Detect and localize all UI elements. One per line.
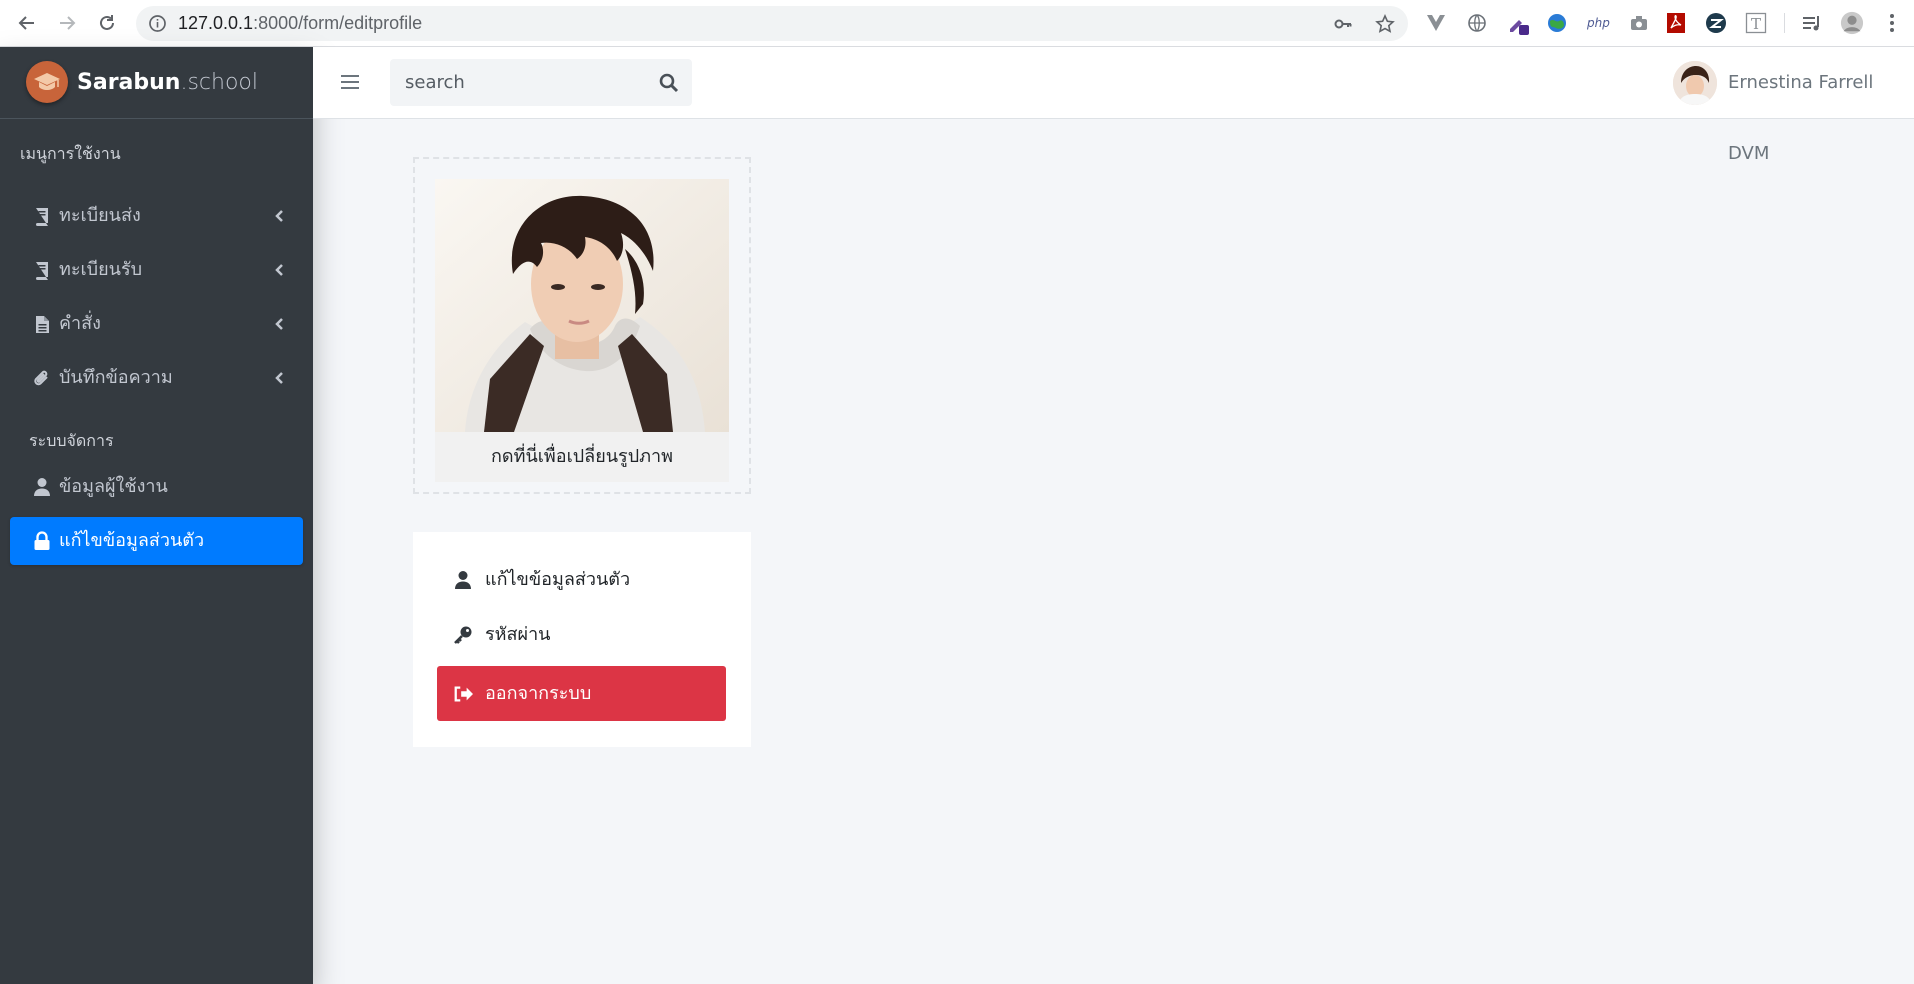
sidebar-item-orders[interactable]: คำสั่ง: [10, 300, 303, 348]
book-icon: [32, 260, 52, 280]
search-box: [390, 59, 692, 106]
media-queue-icon[interactable]: [1800, 11, 1824, 35]
back-button[interactable]: [12, 8, 42, 38]
brand-link[interactable]: Sarabun.school: [0, 47, 313, 119]
svg-text:php: php: [1586, 16, 1610, 30]
user-icon: [32, 477, 52, 497]
chevron-left-icon: [273, 316, 285, 332]
profile-menu-card: แก้ไขข้อมูลส่วนตัว รหัสผ่าน ออกจากระบบ: [413, 532, 751, 747]
toolbar-separator: [1784, 13, 1785, 33]
url-text: 127.0.0.1:8000/form/editprofile: [178, 13, 423, 33]
bookmark-star-icon[interactable]: [1374, 13, 1396, 35]
paperclip-icon: [32, 368, 52, 388]
svg-text:T: T: [1751, 15, 1761, 33]
search-icon[interactable]: [658, 72, 680, 94]
back-arrow-icon: [18, 16, 34, 30]
nav-header-management: ระบบจัดการ: [29, 431, 114, 450]
text-extension-icon[interactable]: T: [1744, 11, 1768, 35]
translate-extension-icon[interactable]: [1465, 11, 1489, 35]
user-name: Ernestina Farrell DVM: [1728, 72, 1874, 164]
site-info-icon[interactable]: [148, 14, 167, 37]
main-sidebar: Sarabun.school เมนูการใช้งาน ทะเบียนส่ง …: [0, 47, 313, 984]
hamburger-menu-icon[interactable]: [339, 71, 361, 93]
sidebar-item-label: แก้ไขข้อมูลส่วนตัว: [59, 530, 205, 551]
reload-button[interactable]: [92, 8, 122, 38]
user-menu[interactable]: Ernestina Farrell DVM: [1664, 47, 1914, 164]
change-photo-caption[interactable]: กดที่นี่เพื่อเปลี่ยนรูปภาพ: [435, 432, 729, 482]
key-icon[interactable]: [1332, 13, 1354, 35]
brand-text: Sarabun.school: [77, 70, 258, 95]
sidebar-item-incoming-register[interactable]: ทะเบียนรับ: [10, 246, 303, 294]
forward-arrow-icon: [60, 16, 76, 30]
search-input[interactable]: [390, 59, 640, 106]
menu-link-label: รหัสผ่าน: [485, 624, 551, 645]
user-avatar: [1673, 61, 1717, 105]
forward-button[interactable]: [52, 8, 82, 38]
sidebar-item-user-data[interactable]: ข้อมูลผู้ใช้งาน: [10, 463, 303, 511]
browser-toolbar: 127.0.0.1:8000/form/editprofile php T: [0, 0, 1914, 47]
file-icon: [32, 314, 52, 334]
chevron-left-icon: [273, 208, 285, 224]
sidebar-item-label: คำสั่ง: [59, 313, 101, 334]
menu-link-label: ออกจากระบบ: [485, 683, 592, 704]
sidebar-item-label: ทะเบียนรับ: [59, 259, 143, 280]
edit-profile-link[interactable]: แก้ไขข้อมูลส่วนตัว: [437, 552, 726, 607]
globe-extension-icon[interactable]: [1545, 11, 1569, 35]
chevron-left-icon: [273, 262, 285, 278]
menu-link-label: แก้ไขข้อมูลส่วนตัว: [485, 569, 631, 590]
profile-photo[interactable]: [435, 179, 729, 432]
graduation-cap-logo-icon: [26, 61, 68, 103]
address-bar[interactable]: 127.0.0.1:8000/form/editprofile: [136, 6, 1408, 41]
php-extension-icon[interactable]: php: [1586, 11, 1614, 35]
sidebar-item-edit-profile[interactable]: แก้ไขข้อมูลส่วนตัว: [10, 517, 303, 565]
sidebar-item-memo[interactable]: บันทึกข้อความ: [10, 354, 303, 402]
browser-menu-icon[interactable]: [1880, 11, 1904, 35]
sidebar-item-label: บันทึกข้อความ: [59, 367, 173, 388]
color-picker-extension-icon[interactable]: [1506, 11, 1530, 35]
sidebar-item-outgoing-register[interactable]: ทะเบียนส่ง: [10, 192, 303, 240]
camera-extension-icon[interactable]: [1627, 11, 1651, 35]
user-icon: [453, 570, 473, 590]
pdf-extension-icon[interactable]: [1664, 11, 1688, 35]
profile-avatar-icon[interactable]: [1840, 11, 1864, 35]
profile-photo-card: กดที่นี่เพื่อเปลี่ยนรูปภาพ: [413, 157, 751, 494]
sidebar-item-label: ทะเบียนส่ง: [59, 205, 141, 226]
sitemap-extension-icon[interactable]: [1704, 11, 1728, 35]
top-navbar: Ernestina Farrell DVM: [313, 47, 1914, 164]
reload-icon: [100, 15, 114, 30]
nav-header-usage-menu: เมนูการใช้งาน: [20, 144, 121, 163]
chevron-left-icon: [273, 370, 285, 386]
lock-icon: [32, 531, 52, 551]
vue-extension-icon[interactable]: [1424, 11, 1448, 35]
book-icon: [32, 206, 52, 226]
password-link[interactable]: รหัสผ่าน: [437, 607, 726, 662]
logout-button[interactable]: ออกจากระบบ: [437, 666, 726, 721]
sign-out-icon: [453, 684, 473, 704]
sidebar-item-label: ข้อมูลผู้ใช้งาน: [59, 476, 168, 497]
key-icon: [453, 625, 473, 645]
